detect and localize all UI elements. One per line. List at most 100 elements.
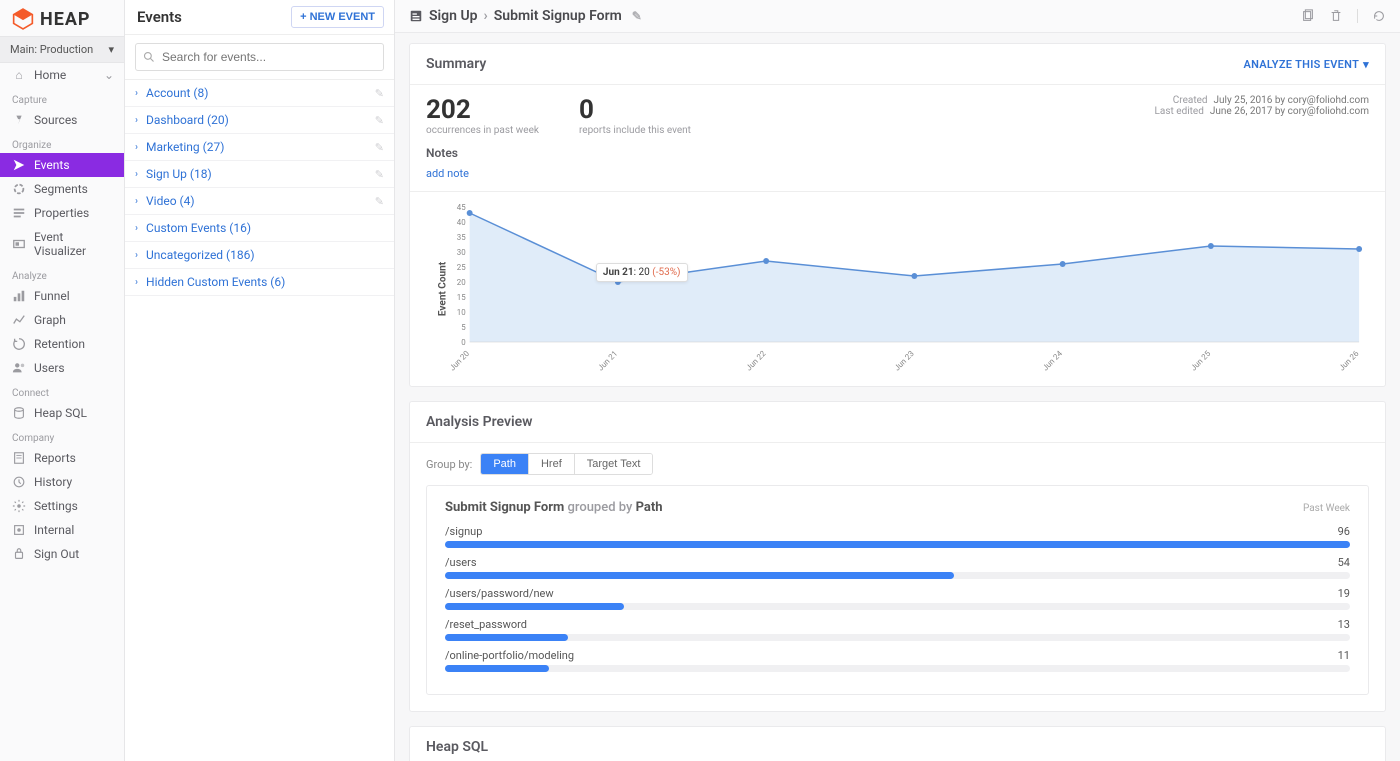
event-group[interactable]: ›Marketing (27)✎ (125, 134, 394, 161)
analysis-row-value: 96 (1338, 525, 1350, 538)
nav-section-label: Capture (0, 87, 124, 108)
nav-item-graph[interactable]: Graph (0, 308, 124, 332)
chart-tooltip: Jun 21: 20 (-53%) (596, 263, 688, 282)
nav-section-label: Analyze (0, 263, 124, 284)
svg-text:40: 40 (457, 218, 466, 227)
nav-item-label: Reports (34, 451, 76, 465)
analysis-table: Submit Signup Form grouped by Path Past … (426, 485, 1369, 695)
nav-item-history[interactable]: History (0, 470, 124, 494)
events-icon (12, 158, 26, 172)
event-group[interactable]: ›Account (8)✎ (125, 80, 394, 107)
copy-icon[interactable] (1301, 9, 1315, 23)
summary-card: Summary ANALYZE THIS EVENT ▾ 202 occurre… (409, 43, 1386, 387)
time-revert-icon[interactable] (1372, 9, 1386, 23)
analysis-row[interactable]: /users54 (445, 556, 1350, 579)
event-group[interactable]: › Custom Events (16) (125, 215, 394, 242)
edit-icon[interactable]: ✎ (375, 195, 384, 208)
analysis-card: Analysis Preview Group by: PathHrefTarge… (409, 401, 1386, 712)
event-group-label: Account (8) (146, 86, 208, 100)
metric-reports: 0 reports include this event (579, 95, 691, 136)
nav-home-label: Home (34, 68, 66, 82)
nav-item-label: Segments (34, 182, 88, 196)
analysis-row-path: /online-portfolio/modeling (445, 649, 574, 662)
svg-text:Jun 23: Jun 23 (893, 349, 916, 372)
groupby-option-target-text[interactable]: Target Text (574, 454, 653, 474)
event-group[interactable]: ›Video (4)✎ (125, 188, 394, 215)
nav-item-label: Retention (34, 337, 85, 351)
nav-item-label: Settings (34, 499, 78, 513)
trash-icon[interactable] (1329, 9, 1343, 23)
reports-value: 0 (579, 95, 691, 125)
analysis-row[interactable]: /signup96 (445, 525, 1350, 548)
nav-section-label: Connect (0, 380, 124, 401)
edit-icon[interactable]: ✎ (375, 141, 384, 154)
event-group[interactable]: ›Dashboard (20)✎ (125, 107, 394, 134)
summary-title: Summary (426, 56, 486, 72)
breadcrumb-current: Submit Signup Form (494, 8, 622, 24)
chevron-right-icon: › (135, 142, 138, 153)
event-group-label: Hidden Custom Events (6) (146, 275, 285, 289)
svg-text:10: 10 (457, 308, 466, 317)
topbar: Sign Up › Submit Signup Form ✎ (395, 0, 1400, 33)
event-group[interactable]: › Hidden Custom Events (6) (125, 269, 394, 296)
chevron-right-icon: › (135, 223, 138, 234)
event-group-label: Custom Events (16) (146, 221, 251, 235)
edit-icon[interactable]: ✎ (632, 9, 642, 23)
chevron-right-icon: › (135, 277, 138, 288)
occurrences-value: 202 (426, 95, 539, 125)
nav-item-event-visualizer[interactable]: Event Visualizer (0, 225, 124, 263)
edit-icon[interactable]: ✎ (375, 114, 384, 127)
nav-item-funnel[interactable]: Funnel (0, 284, 124, 308)
reports-label: reports include this event (579, 125, 691, 136)
environment-selector[interactable]: Main: Production ▾ (0, 36, 124, 63)
nav-item-events[interactable]: Events (0, 153, 124, 177)
nav-item-sources[interactable]: Sources (0, 108, 124, 132)
analysis-row-value: 13 (1338, 618, 1350, 631)
groupby-row: Group by: PathHrefTarget Text (410, 443, 1385, 485)
nav-item-label: Sources (34, 113, 77, 127)
analysis-row[interactable]: /online-portfolio/modeling11 (445, 649, 1350, 672)
analysis-row-path: /users/password/new (445, 587, 554, 600)
chevron-down-icon: ▾ (1363, 58, 1369, 71)
nav-item-users[interactable]: Users (0, 356, 124, 380)
analysis-row[interactable]: /reset_password 13 (445, 618, 1350, 641)
chevron-right-icon: › (135, 196, 138, 207)
nav-item-sign-out[interactable]: Sign Out (0, 542, 124, 566)
groupby-option-href[interactable]: Href (528, 454, 574, 474)
environment-label: Main: Production (10, 43, 93, 56)
notes-title: Notes (426, 146, 1369, 160)
analysis-row-path: /reset_password (445, 618, 527, 631)
event-group[interactable]: ›Uncategorized (186) (125, 242, 394, 269)
nav-item-heap-sql[interactable]: Heap SQL (0, 401, 124, 425)
analyze-event-link[interactable]: ANALYZE THIS EVENT ▾ (1243, 58, 1369, 71)
chevron-down-icon: ⌄ (104, 68, 114, 82)
bar-fill (445, 634, 568, 641)
nav-home[interactable]: ⌂ Home ⌄ (0, 63, 124, 87)
breadcrumb-parent[interactable]: Sign Up (429, 8, 478, 24)
chevron-right-icon: › (135, 169, 138, 180)
nav-item-settings[interactable]: Settings (0, 494, 124, 518)
sql-icon (12, 406, 26, 420)
analysis-row-path: /users (445, 556, 477, 569)
svg-text:Jun 26: Jun 26 (1337, 349, 1361, 372)
add-note-link[interactable]: add note (426, 167, 469, 180)
event-group[interactable]: ›Sign Up (18)✎ (125, 161, 394, 188)
edit-icon[interactable]: ✎ (375, 87, 384, 100)
nav-item-reports[interactable]: Reports (0, 446, 124, 470)
groupby-option-path[interactable]: Path (481, 454, 528, 474)
metric-occurrences: 202 occurrences in past week (426, 95, 539, 136)
edit-icon[interactable]: ✎ (375, 168, 384, 181)
search-icon (143, 51, 155, 63)
breadcrumb: Sign Up › Submit Signup Form ✎ (409, 8, 642, 24)
analysis-row[interactable]: /users/password/new19 (445, 587, 1350, 610)
svg-text:Jun 22: Jun 22 (744, 349, 768, 372)
nav-item-properties[interactable]: Properties (0, 201, 124, 225)
new-event-button[interactable]: + NEW EVENT (291, 6, 384, 28)
events-search-input[interactable] (135, 43, 384, 71)
nav-item-internal[interactable]: Internal (0, 518, 124, 542)
nav-item-segments[interactable]: Segments (0, 177, 124, 201)
svg-text:30: 30 (457, 248, 466, 257)
retention-icon (12, 337, 26, 351)
signout-icon (12, 547, 26, 561)
nav-item-retention[interactable]: Retention (0, 332, 124, 356)
